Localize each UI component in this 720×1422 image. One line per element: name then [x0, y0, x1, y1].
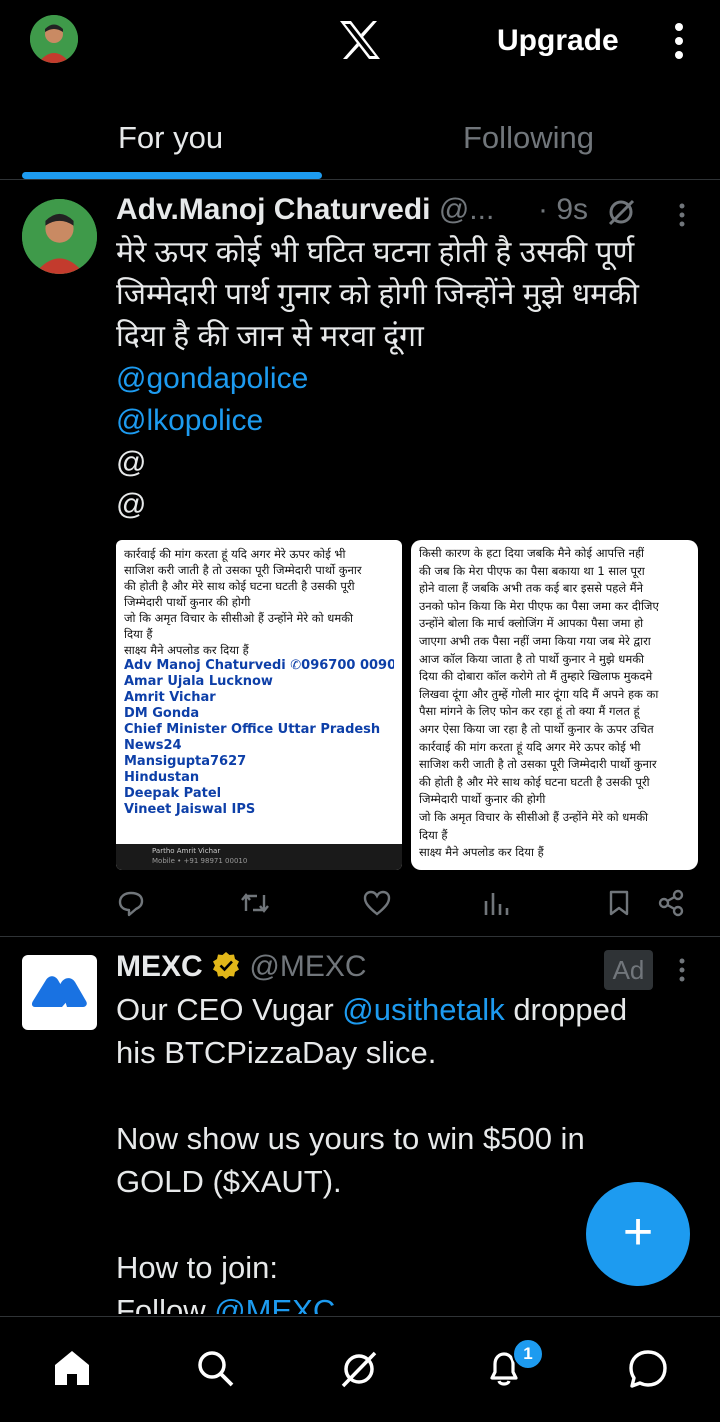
- mention-link[interactable]: @lkopolice: [116, 400, 706, 442]
- image-text-line: कार्रवाई की मांग करता हूं यदि अगर मेरे ऊ…: [419, 739, 641, 754]
- ad-header: MEXC @MEXC: [116, 950, 367, 988]
- bookmark-icon[interactable]: [607, 889, 631, 917]
- tweet-time[interactable]: · 9s: [538, 193, 588, 227]
- bottom-nav: 1: [0, 1316, 720, 1422]
- image-footer-name: Partho Amrit Vichar: [152, 847, 221, 855]
- image-text-line: साजिश करी जाती है तो उसका पूरी जिम्मेदार…: [419, 757, 657, 772]
- ad-line: Now show us yours to win $500 in: [116, 1121, 585, 1156]
- profile-avatar[interactable]: [30, 15, 78, 63]
- more-vertical-icon[interactable]: [672, 22, 686, 60]
- image-contact-line: DM Gonda: [124, 706, 200, 721]
- ad-badge: Ad: [604, 950, 653, 990]
- tweet-divider: [0, 936, 720, 937]
- image-contact-line: Hindustan: [124, 770, 200, 785]
- image-phone-bar: Partho Amrit Vichar Mobile • +91 98971 0…: [116, 844, 402, 870]
- like-icon[interactable]: [362, 889, 392, 917]
- compose-fab-button[interactable]: +: [586, 1182, 690, 1286]
- retweet-icon[interactable]: [239, 889, 271, 917]
- image-contact-line: Adv Manoj Chaturvedi ✆096700 00909: [124, 658, 394, 673]
- share-icon[interactable]: [657, 889, 685, 917]
- messages-icon[interactable]: [627, 1348, 669, 1390]
- image-contact-line: Chief Minister Office Uttar Pradesh: [124, 722, 381, 737]
- ad-line: Our CEO Vugar @usithetalk dropped: [116, 988, 706, 1031]
- image-text-line: जिम्मेदारी पार्थो कुनार की होगी: [124, 595, 251, 609]
- image-text-line: अगर ऐसा किया जा रहा है तो पार्थो कुनार क…: [419, 721, 654, 736]
- image-contact-line: News24: [124, 738, 182, 753]
- image-text-line: आज कॉल किया जाता है तो पार्थो कुनार ने म…: [419, 651, 645, 666]
- plus-icon: +: [622, 1203, 654, 1261]
- image-text-line: की जब कि मेरा पीएफ का पैसा बकाया था 1 सा…: [419, 563, 645, 578]
- image-text-line: उनको फोन किया कि मेरा पीएफ का पैसा जमा क…: [419, 598, 659, 613]
- tweet-image-left[interactable]: कार्रवाई की मांग करता हूं यदि अगर मेरे ऊ…: [116, 540, 402, 870]
- tweet-line: मेरे ऊपर कोई भी घटित घटना होती है उसकी प…: [116, 236, 635, 269]
- mexc-avatar[interactable]: [22, 955, 97, 1030]
- ad-author-handle[interactable]: @MEXC: [249, 950, 366, 983]
- x-logo-icon[interactable]: [338, 20, 382, 60]
- image-text-line: कार्रवाई की मांग करता हूं यदि अगर मेरे ऊ…: [124, 547, 346, 561]
- tweet-more-icon[interactable]: [678, 203, 686, 227]
- image-contact-line: Deepak Patel: [124, 786, 222, 801]
- mention-link: @: [116, 488, 147, 521]
- image-text-line: दिया हैं: [419, 827, 448, 842]
- image-text-line: जाएगा अभी तक पैसा नहीं जमा किया गया जब म…: [419, 633, 651, 648]
- tweet-author-avatar[interactable]: [22, 199, 97, 274]
- image-text-line: उन्होंने बोला कि मार्च क्लोजिंग में आपका…: [419, 616, 644, 631]
- image-text-line: की होती है और मेरे साथ कोई घटना घटती है …: [124, 579, 355, 593]
- tweet-line: जिम्मेदारी पार्थ गुनार को होगी जिन्होंने…: [116, 278, 639, 311]
- image-text-line: जिम्मेदारी पार्थो कुनार की होगी: [419, 792, 546, 807]
- mention-link[interactable]: @usithetalk: [342, 992, 504, 1027]
- reply-icon[interactable]: [117, 889, 145, 917]
- mention-link[interactable]: @gondapolice: [116, 358, 706, 400]
- ad-author-name[interactable]: MEXC: [116, 950, 203, 983]
- tweet-author-name[interactable]: Adv.Manoj Chaturvedi: [116, 193, 430, 226]
- tab-following[interactable]: Following: [463, 120, 594, 156]
- tweet-line: दिया है की जान से मरवा दूंगा: [116, 320, 424, 353]
- home-icon[interactable]: [52, 1348, 92, 1388]
- ad-more-icon[interactable]: [678, 958, 686, 982]
- ad-text: Our CEO Vugar: [116, 992, 343, 1027]
- verified-gold-badge-icon: [211, 950, 241, 988]
- grok-nav-icon[interactable]: [338, 1348, 380, 1390]
- grok-icon[interactable]: [606, 197, 636, 227]
- image-text-line: की होती है और मेरे साथ कोई घटना घटती है …: [419, 774, 650, 789]
- image-text-line: जो कि अमृत विचार के सीसीओ हैं उन्होंने म…: [419, 809, 649, 824]
- tabs-divider: [0, 179, 720, 180]
- image-text-line: जो कि अमृत विचार के सीसीओ हैं उन्होंने म…: [124, 611, 354, 625]
- image-contact-line: Mansigupta7627: [124, 754, 247, 769]
- mention-link[interactable]: @MEXC: [214, 1293, 335, 1314]
- image-text-line: किसी कारण के हटा दिया जबकि मैने कोई आपत्…: [419, 546, 645, 560]
- notification-count-badge: 1: [512, 1338, 544, 1370]
- tab-active-indicator: [22, 172, 322, 179]
- image-text-line: होने वाला हैं जबकि अभी तक कई बार इससे पह…: [419, 581, 644, 596]
- image-text-line: दिया हैं: [124, 627, 153, 641]
- tweet-image-right[interactable]: किसी कारण के हटा दिया जबकि मैने कोई आपत्…: [411, 540, 698, 870]
- views-icon[interactable]: [483, 889, 509, 917]
- image-text-line: दिया की दोबारा कॉल करोगे तो मैं तुम्हारे…: [419, 669, 653, 684]
- image-footer-sub: Mobile • +91 98971 00010: [152, 857, 248, 865]
- ad-text: dropped: [504, 992, 628, 1027]
- tweet-body: मेरे ऊपर कोई भी घटित घटना होती है उसकी प…: [116, 232, 706, 526]
- ad-line: Follow @MEXC: [116, 1289, 706, 1314]
- image-contact-line: Amrit Vichar: [124, 690, 216, 705]
- image-text-line: साक्ष्य मैने अपलोड कर दिया हैं: [419, 845, 544, 860]
- tweet-header: Adv.Manoj Chaturvedi @...: [116, 193, 494, 227]
- image-text-line: लिखवा दूंगा और तुम्हें गोली मार दूंगा यद…: [419, 686, 659, 701]
- mention-link: @: [116, 446, 147, 479]
- image-text-line: साक्ष्य मैने अपलोड कर दिया हैं: [124, 643, 249, 657]
- image-text-line: पैसा मांगने के लिए फोन कर रहा हूं तो क्य…: [419, 704, 640, 719]
- ad-text: Follow: [116, 1293, 215, 1314]
- image-contact-line: Vineet Jaiswal IPS: [124, 802, 256, 817]
- tab-for-you[interactable]: For you: [118, 120, 223, 156]
- search-icon[interactable]: [195, 1348, 235, 1388]
- upgrade-button[interactable]: Upgrade: [497, 24, 619, 58]
- image-text-line: साजिश करी जाती है तो उसका पूरी जिम्मेदार…: [124, 563, 362, 577]
- tweet-author-handle[interactable]: @...: [439, 193, 494, 226]
- ad-line: his BTCPizzaDay slice.: [116, 1035, 437, 1070]
- image-contact-line: Amar Ujala Lucknow: [124, 674, 273, 689]
